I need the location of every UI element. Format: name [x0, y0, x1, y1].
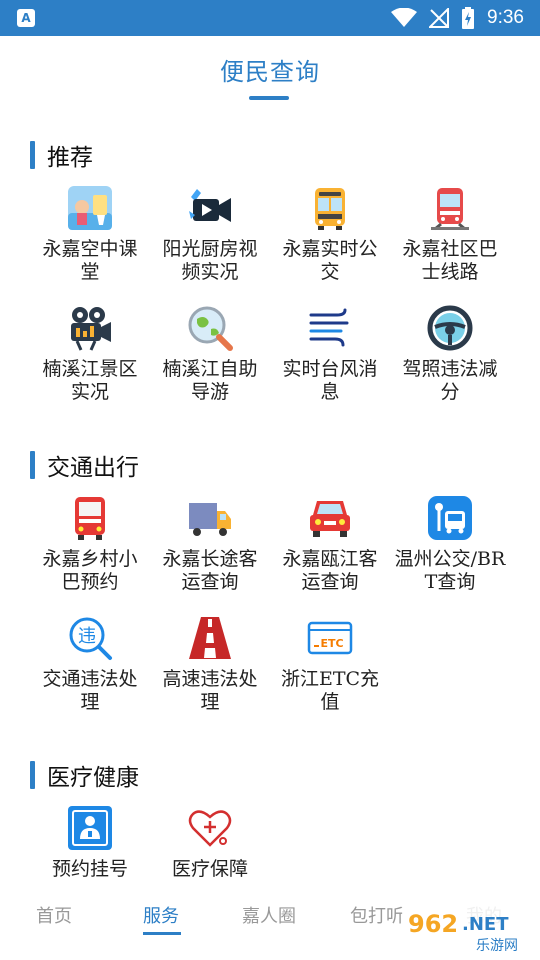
watermark-suffix: .NET [462, 914, 509, 935]
service-label: 楠溪江景区实况 [42, 358, 138, 403]
service-longdistance[interactable]: 永嘉长途客运查询 [150, 494, 270, 602]
svg-text:ETC: ETC [320, 637, 343, 650]
video-camera-icon [186, 184, 234, 232]
service-label: 浙江ETC充值 [280, 668, 380, 713]
service-wenzhou-brt[interactable]: 温州公交/BRT查询 [390, 494, 510, 602]
service-label: 永嘉瓯江客运查询 [282, 548, 378, 593]
header: 便民查询 [0, 36, 540, 120]
service-etc[interactable]: ETC 浙江ETC充值 [270, 614, 390, 722]
wind-icon [306, 304, 354, 352]
service-realtime-bus[interactable]: 永嘉实时公交 [270, 184, 390, 292]
steering-wheel-icon [426, 304, 474, 352]
sky-classroom-icon [66, 184, 114, 232]
service-traffic-violation[interactable]: 违 交通违法处理 [30, 614, 150, 722]
nav-ask[interactable]: 包打听 [350, 902, 404, 928]
red-bus-icon [66, 494, 114, 542]
status-bar: A 9:36 [0, 0, 540, 36]
app-notification-icon: A [17, 9, 35, 27]
watermark-site: 乐游网 [476, 938, 518, 954]
service-label: 永嘉社区巴士线路 [402, 238, 498, 283]
service-label: 驾照违法减分 [402, 358, 498, 403]
service-village-bus[interactable]: 永嘉乡村小巴预约 [30, 494, 150, 602]
service-typhoon[interactable]: 实时台风消息 [270, 304, 390, 412]
service-license-points[interactable]: 驾照违法减分 [390, 304, 510, 412]
service-label: 高速违法处理 [162, 668, 258, 713]
nav-home[interactable]: 首页 [36, 902, 72, 928]
service-highway-violation[interactable]: 高速违法处理 [150, 614, 270, 722]
section-title: 医疗健康 [30, 760, 139, 791]
highway-icon [186, 614, 234, 662]
community-bus-icon [426, 184, 474, 232]
service-oujiang[interactable]: 永嘉瓯江客运查询 [270, 494, 390, 602]
bus-stop-icon [426, 494, 474, 542]
status-time: 9:36 [487, 7, 524, 28]
section-title: 推荐 [30, 140, 93, 171]
nav-active-indicator [143, 932, 181, 935]
service-label: 预约挂号 [51, 858, 128, 880]
traffic-violation-icon: 违 [66, 614, 114, 662]
truck-icon [186, 494, 234, 542]
bus-front-icon [306, 184, 354, 232]
service-label: 温州公交/BRT查询 [394, 548, 506, 593]
service-community-bus[interactable]: 永嘉社区巴士线路 [390, 184, 510, 292]
watermark-logo: 962 .NET 乐游网 [402, 906, 534, 954]
nav-service[interactable]: 服务 [143, 902, 179, 928]
red-car-icon [306, 494, 354, 542]
service-nanxi-guide[interactable]: 楠溪江自助导游 [150, 304, 270, 412]
service-label: 实时台风消息 [282, 358, 378, 403]
movie-camera-icon [66, 304, 114, 352]
globe-magnifier-icon [186, 304, 234, 352]
section-title: 交通出行 [30, 450, 139, 481]
service-label: 楠溪江自助导游 [162, 358, 258, 403]
etc-card-icon: ETC [306, 614, 354, 662]
wifi-icon [391, 8, 418, 27]
service-label: 交通违法处理 [42, 668, 138, 713]
service-sky-classroom[interactable]: 永嘉空中课堂 [30, 184, 150, 292]
no-signal-icon [429, 8, 450, 28]
service-label: 永嘉空中课堂 [42, 238, 138, 283]
page-title: 便民查询 [220, 58, 320, 86]
service-label: 阳光厨房视频实况 [162, 238, 258, 283]
service-label: 永嘉长途客运查询 [162, 548, 258, 593]
doctor-icon [66, 804, 114, 852]
heart-stethoscope-icon [186, 804, 234, 852]
service-nanxi-scenic[interactable]: 楠溪江景区实况 [30, 304, 150, 412]
watermark-number: 962 [408, 910, 458, 938]
title-underline [249, 96, 289, 100]
service-label: 永嘉乡村小巴预约 [42, 548, 138, 593]
service-label: 永嘉实时公交 [282, 238, 378, 283]
battery-charging-icon [462, 7, 475, 29]
service-sunshine-kitchen[interactable]: 阳光厨房视频实况 [150, 184, 270, 292]
svg-text:违: 违 [78, 626, 96, 647]
nav-circle[interactable]: 嘉人圈 [242, 902, 296, 928]
service-label: 医疗保障 [171, 858, 248, 880]
